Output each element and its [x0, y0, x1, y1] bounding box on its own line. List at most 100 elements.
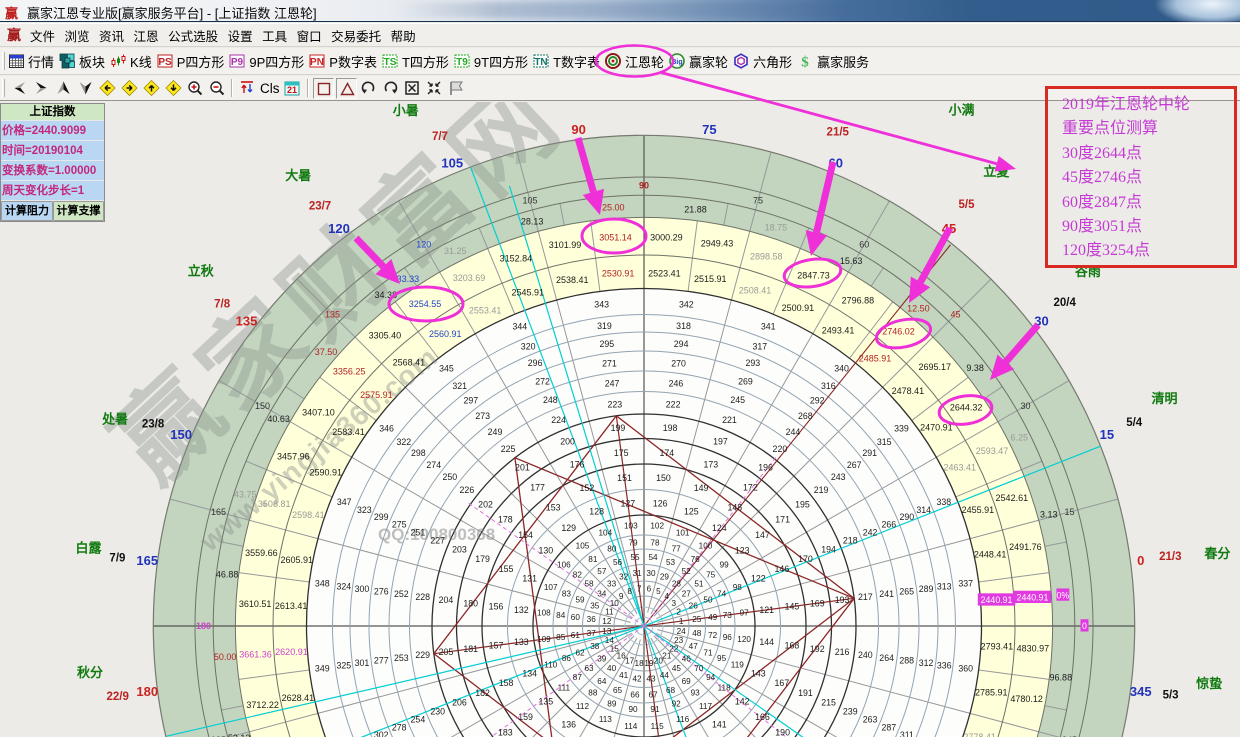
next-icon[interactable]: [33, 80, 50, 96]
svg-text:33.33: 33.33: [397, 274, 420, 284]
svg-text:250: 250: [442, 472, 457, 482]
toolbar-button-T数字表[interactable]: TNT数字表: [533, 52, 600, 71]
menu-item-7[interactable]: 工具: [262, 26, 287, 45]
svg-text:79: 79: [628, 539, 638, 548]
svg-text:2847.73: 2847.73: [797, 271, 830, 281]
diamond-left-icon[interactable]: [99, 80, 116, 96]
menu-item-5[interactable]: 公式选股: [168, 26, 218, 45]
svg-text:316: 316: [821, 381, 836, 391]
svg-text:294: 294: [674, 339, 689, 349]
svg-text:290: 290: [900, 512, 915, 522]
tri-up-icon[interactable]: [55, 80, 72, 96]
svg-text:120: 120: [328, 221, 350, 236]
menu-item-2[interactable]: 浏览: [65, 26, 90, 45]
svg-text:53.13: 53.13: [228, 733, 251, 737]
toolbar-button-label: 江恩轮: [625, 52, 664, 71]
menu-item-1[interactable]: 文件: [30, 26, 55, 45]
menu-item-9[interactable]: 交易委托: [331, 26, 381, 45]
square-icon[interactable]: [313, 78, 334, 99]
svg-text:90: 90: [628, 705, 638, 714]
svg-text:87: 87: [573, 673, 583, 682]
svg-text:274: 274: [426, 460, 441, 470]
svg-text:67: 67: [648, 691, 658, 700]
calendar-icon[interactable]: 21: [284, 80, 301, 96]
svg-text:193: 193: [835, 595, 850, 605]
hexagon-icon: [733, 53, 750, 69]
toolbar-button-P数字表[interactable]: PNP数字表: [309, 52, 377, 71]
rotate-ccw-icon[interactable]: [360, 80, 377, 96]
svg-text:5: 5: [656, 587, 661, 596]
svg-text:40.63: 40.63: [267, 414, 290, 424]
toolbar-button-江恩轮[interactable]: 江恩轮: [605, 52, 664, 71]
zoom-out-icon[interactable]: [209, 80, 226, 96]
svg-text:41: 41: [619, 671, 629, 680]
svg-text:183: 183: [498, 727, 513, 737]
toolbar-button-赢家服务[interactable]: $赢家服务: [797, 52, 869, 71]
center-arrows-icon[interactable]: [426, 80, 443, 96]
menu-item-4[interactable]: 江恩: [134, 26, 159, 45]
svg-text:297: 297: [463, 395, 478, 405]
triangle-icon[interactable]: [336, 78, 357, 99]
svg-text:268: 268: [798, 411, 813, 421]
menu-item-6[interactable]: 设置: [228, 26, 253, 45]
svg-text:190: 190: [775, 727, 790, 737]
svg-text:180: 180: [196, 621, 211, 631]
toolbar-button-K线[interactable]: K线: [110, 52, 152, 71]
toolbar-button-label: 板块: [79, 52, 105, 71]
svg-text:28.13: 28.13: [521, 216, 544, 226]
title-bar: 赢 赢家江恩专业版[赢家服务平台] - [上证指数 江恩轮]: [0, 0, 1240, 22]
svg-text:26: 26: [689, 601, 699, 610]
svg-text:0: 0: [1082, 621, 1087, 631]
svg-text:92: 92: [672, 699, 682, 708]
updown-icon[interactable]: [239, 80, 256, 96]
box-x-icon[interactable]: [404, 80, 421, 96]
toolbar-button-P四方形[interactable]: PSP四方形: [157, 52, 225, 71]
svg-text:15.63: 15.63: [840, 256, 863, 266]
svg-text:113: 113: [599, 715, 612, 724]
diamond-right-icon[interactable]: [121, 80, 138, 96]
svg-text:24: 24: [677, 627, 687, 636]
svg-text:37: 37: [587, 629, 597, 638]
svg-text:22/9: 22/9: [106, 691, 128, 703]
svg-text:321: 321: [452, 381, 467, 391]
diamond-down-icon[interactable]: [165, 80, 182, 96]
svg-text:159: 159: [518, 712, 533, 722]
svg-text:2508.41: 2508.41: [739, 286, 772, 296]
svg-text:51: 51: [694, 580, 704, 589]
tri-down-icon[interactable]: [77, 80, 94, 96]
toolbar-button-行情[interactable]: 行情: [8, 52, 54, 71]
menu-item-10[interactable]: 帮助: [391, 26, 416, 45]
svg-text:248: 248: [543, 395, 558, 405]
svg-text:3254.55: 3254.55: [409, 299, 442, 309]
svg-text:2590.91: 2590.91: [309, 467, 342, 477]
cls-button[interactable]: Cls: [260, 81, 280, 96]
svg-text:340: 340: [834, 364, 849, 374]
diamond-up-icon[interactable]: [143, 80, 160, 96]
svg-text:2575.91: 2575.91: [360, 390, 393, 400]
svg-text:202: 202: [478, 499, 493, 509]
menu-item-3[interactable]: 资讯: [99, 26, 124, 45]
calc-support-button[interactable]: 计算支撑: [53, 201, 104, 221]
panel-step-row: 周天变化步长=1: [1, 181, 104, 201]
zoom-in-icon[interactable]: [187, 80, 204, 96]
toolbar-separator: [231, 79, 233, 97]
svg-text:2644.32: 2644.32: [950, 402, 983, 412]
toolbar-button-9P四方形[interactable]: P99P四方形: [229, 52, 304, 71]
svg-text:239: 239: [843, 707, 858, 717]
note-line-7: 120度3254点: [1062, 239, 1234, 263]
calc-resistance-button[interactable]: 计算阻力: [1, 201, 53, 221]
svg-text:TN: TN: [534, 57, 547, 68]
toolbar-button-9T四方形[interactable]: T99T四方形: [454, 52, 528, 71]
toolbar-button-赢家轮[interactable]: Big赢家轮: [669, 52, 728, 71]
svg-text:182: 182: [475, 688, 490, 698]
svg-text:201: 201: [515, 463, 530, 473]
toolbar-button-六角形[interactable]: 六角形: [733, 52, 792, 71]
prev-icon[interactable]: [11, 80, 28, 96]
rotate-cw-icon[interactable]: [382, 80, 399, 96]
toolbar-button-板块[interactable]: 板块: [59, 52, 105, 71]
toolbar-button-T四方形[interactable]: TST四方形: [382, 52, 449, 71]
note-line-6: 90度3051点: [1062, 215, 1234, 239]
menu-item-8[interactable]: 窗口: [297, 26, 322, 45]
svg-text:152: 152: [580, 483, 595, 493]
flag-icon[interactable]: [448, 80, 465, 96]
